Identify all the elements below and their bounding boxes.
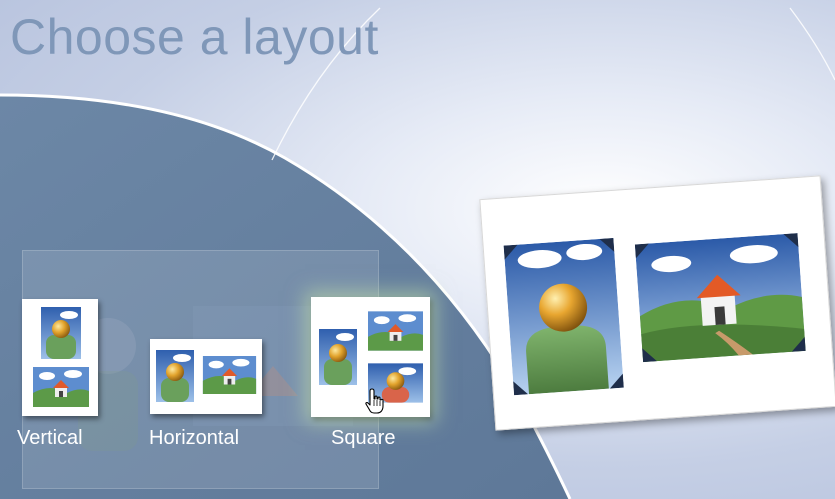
layout-preview-card	[479, 175, 835, 431]
house-photo-icon	[33, 367, 89, 407]
house-photo-icon	[368, 311, 423, 351]
house-photo-icon	[634, 233, 806, 363]
person-photo-icon	[319, 329, 357, 385]
house-photo-icon	[202, 356, 257, 394]
layout-option-horizontal[interactable]	[150, 339, 262, 414]
person-photo-icon	[503, 237, 624, 396]
page-title: Choose a layout	[10, 9, 379, 65]
person-photo-icon	[41, 307, 81, 359]
decorative-arc-right	[789, 7, 835, 81]
hand-pointer-icon	[365, 388, 384, 414]
slide-canvas: Choose a layout Vertical Horizontal Squa…	[0, 0, 835, 499]
layout-label-square: Square	[331, 427, 396, 449]
person-photo-icon	[156, 350, 194, 402]
layout-label-horizontal: Horizontal	[149, 427, 240, 449]
layout-option-vertical[interactable]	[22, 299, 98, 416]
layout-label-vertical: Vertical	[17, 427, 83, 449]
